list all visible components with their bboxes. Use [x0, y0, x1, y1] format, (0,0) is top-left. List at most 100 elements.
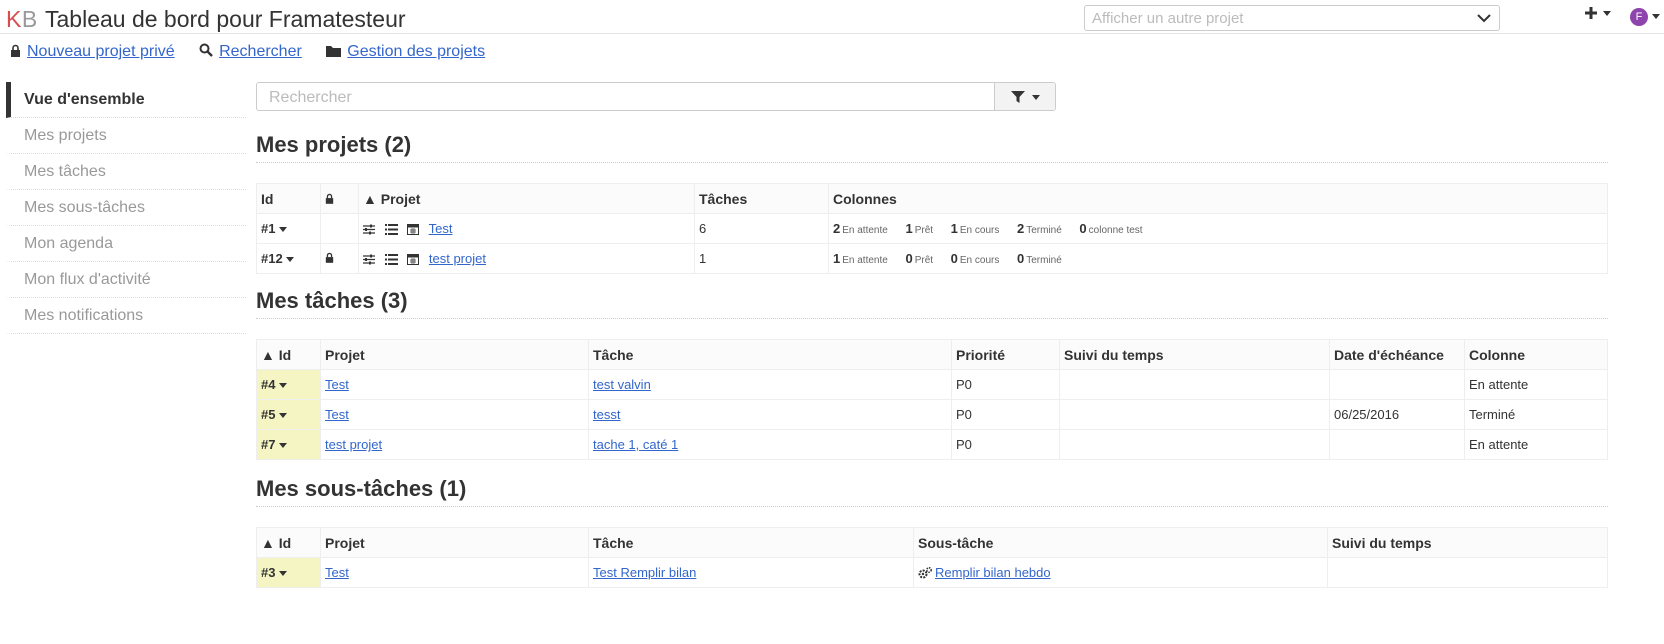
column-count: 2 [833, 221, 841, 236]
avatar[interactable]: F [1630, 8, 1648, 26]
task-column: En attente [1464, 429, 1608, 460]
task-project-cell: Test [320, 399, 589, 430]
caret-down-icon [279, 443, 288, 449]
col-column[interactable]: Colonne [1464, 339, 1608, 370]
project-id-cell[interactable]: #12 [256, 243, 321, 274]
task-id-cell[interactable]: #7 [256, 429, 321, 460]
my-tasks-section: Mes tâches (3) ▲ Id Projet Tâche Priorit… [256, 288, 1608, 460]
task-link[interactable]: tesst [593, 407, 620, 422]
new-private-project-link[interactable]: Nouveau projet privé [27, 43, 175, 60]
col-task[interactable]: Tâche [588, 527, 914, 558]
task-column: En attente [1464, 369, 1608, 400]
sidebar: Vue d'ensemble Mes projets Mes tâches Me… [6, 82, 246, 334]
create-menu-button[interactable] [1584, 6, 1620, 24]
tasks-count: 6 [694, 213, 829, 244]
subtask-id-cell[interactable]: #3 [256, 557, 321, 588]
logo-b: B [21, 6, 38, 32]
column-count: 0 [950, 251, 958, 266]
task-link[interactable]: Test Remplir bilan [593, 565, 696, 580]
table-header-row: Id ▲ Projet Tâches Colonnes [256, 183, 1608, 214]
project-link[interactable]: Test [325, 377, 349, 392]
col-columns[interactable]: Colonnes [828, 183, 1608, 214]
table-row: #7 test projet tache 1, caté 1 P0 En att… [256, 429, 1608, 460]
subtask-time-tracking [1327, 557, 1608, 588]
subtask-project-cell: Test [320, 557, 589, 588]
project-link[interactable]: Test [325, 565, 349, 580]
col-time-tracking[interactable]: Suivi du temps [1059, 339, 1330, 370]
caret-down-icon [279, 571, 288, 577]
list-icon[interactable] [384, 224, 398, 235]
private-cell [320, 243, 359, 274]
project-link[interactable]: Test [325, 407, 349, 422]
col-time-tracking[interactable]: Suivi du temps [1327, 527, 1608, 558]
search-input[interactable]: Rechercher [256, 82, 1056, 111]
column-count: 0 [905, 251, 913, 266]
col-tasks[interactable]: Tâches [694, 183, 829, 214]
manage-projects-link[interactable]: Gestion des projets [347, 43, 485, 60]
search-icon [199, 43, 213, 57]
project-link[interactable]: test projet [325, 437, 382, 452]
project-switcher-select[interactable]: Afficher un autre projet [1084, 5, 1500, 31]
table-header-row: ▲ Id Projet Tâche Sous-tâche Suivi du te… [256, 527, 1608, 558]
sidebar-item-overview[interactable]: Vue d'ensemble [6, 82, 246, 118]
col-subtask[interactable]: Sous-tâche [913, 527, 1328, 558]
column-count: 2 [1016, 221, 1025, 236]
col-project[interactable]: ▲ Projet [358, 183, 695, 214]
task-id-cell[interactable]: #4 [256, 369, 321, 400]
col-task[interactable]: Tâche [588, 339, 952, 370]
col-id[interactable]: ▲ Id [256, 339, 321, 370]
caret-down-icon [279, 413, 288, 419]
calendar-icon[interactable] [407, 223, 420, 235]
calendar-icon[interactable] [407, 253, 420, 265]
col-id[interactable]: Id [256, 183, 321, 214]
kanboard-logo[interactable]: KB [6, 6, 38, 33]
task-id: #5 [261, 407, 276, 422]
table-row: #3 Test Test Remplir bilan Remplir bilan… [256, 557, 1608, 588]
filter-dropdown-button[interactable] [994, 83, 1055, 110]
subtask-link[interactable]: Remplir bilan hebdo [935, 565, 1051, 580]
col-id[interactable]: ▲ Id [256, 527, 321, 558]
task-id: #4 [261, 377, 276, 392]
sidebar-item-my-projects[interactable]: Mes projets [6, 118, 246, 154]
col-private[interactable] [320, 183, 359, 214]
col-priority[interactable]: Priorité [951, 339, 1060, 370]
column-label: En attente [842, 225, 888, 236]
project-link[interactable]: test projet [429, 251, 486, 266]
project-id: #1 [261, 221, 276, 236]
column-label: Prêt [914, 255, 934, 266]
columns-summary: 1 En attente 0 Prêt 0 En cours 0 Terminé [828, 243, 1608, 274]
cogs-icon[interactable] [918, 567, 932, 579]
project-link[interactable]: Test [429, 221, 453, 236]
avatar-caret-icon[interactable] [1652, 14, 1660, 19]
column-label: En attente [842, 255, 888, 266]
column-label: Terminé [1026, 255, 1062, 266]
task-link[interactable]: tache 1, caté 1 [593, 437, 678, 452]
sidebar-item-my-tasks[interactable]: Mes tâches [6, 154, 246, 190]
task-id-cell[interactable]: #5 [256, 399, 321, 430]
task-due-date: 06/25/2016 [1329, 399, 1465, 430]
project-id-cell[interactable]: #1 [256, 213, 321, 244]
col-project[interactable]: Projet [320, 339, 589, 370]
task-due-date [1329, 429, 1465, 460]
chevron-down-icon [1477, 14, 1491, 23]
task-link[interactable]: test valvin [593, 377, 651, 392]
list-icon[interactable] [384, 254, 398, 265]
action-bar: Nouveau projet privé Rechercher Gestion … [10, 43, 505, 61]
project-id: #12 [261, 251, 283, 266]
sliders-icon[interactable] [363, 224, 375, 235]
tasks-count: 1 [694, 243, 829, 274]
sidebar-item-notifications[interactable]: Mes notifications [6, 298, 246, 334]
search-link[interactable]: Rechercher [219, 43, 302, 60]
plus-icon [1585, 7, 1597, 19]
subtask-title-cell: Remplir bilan hebdo [913, 557, 1328, 588]
column-label: Terminé [1026, 225, 1062, 236]
sidebar-item-my-calendar[interactable]: Mon agenda [6, 226, 246, 262]
sidebar-item-activity-stream[interactable]: Mon flux d'activité [6, 262, 246, 298]
sidebar-item-my-subtasks[interactable]: Mes sous-tâches [6, 190, 246, 226]
filter-icon [1011, 91, 1025, 103]
caret-down-icon [286, 257, 295, 263]
col-project[interactable]: Projet [320, 527, 589, 558]
column-count: 1 [905, 221, 913, 236]
col-due-date[interactable]: Date d'échéance [1329, 339, 1465, 370]
sliders-icon[interactable] [363, 254, 375, 265]
